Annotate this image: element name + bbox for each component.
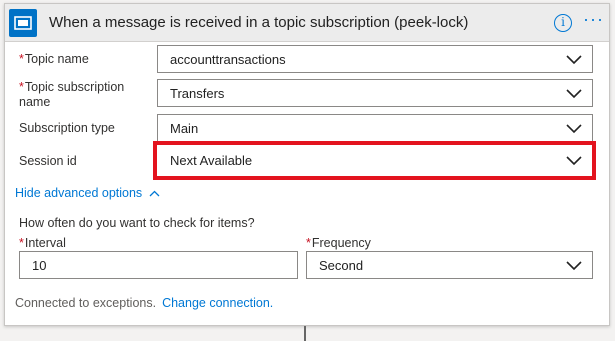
chevron-down-icon	[566, 55, 582, 65]
subscription-type-select[interactable]: Main	[157, 114, 593, 142]
session-id-label: Session id	[19, 154, 77, 168]
topic-subscription-label: *Topic subscription name	[19, 80, 125, 109]
info-icon[interactable]: i	[554, 14, 572, 32]
topic-name-select[interactable]: accounttransactions	[157, 45, 593, 73]
subscription-type-label: Subscription type	[19, 121, 115, 135]
more-options-icon[interactable]: ···	[583, 9, 604, 30]
flow-connector	[304, 326, 306, 341]
required-marker: *	[19, 52, 24, 66]
card-header[interactable]: When a message is received in a topic su…	[5, 4, 609, 42]
required-marker: *	[306, 236, 311, 250]
frequency-value: Second	[319, 258, 364, 273]
subscription-type-value: Main	[170, 121, 199, 136]
required-marker: *	[19, 80, 24, 94]
chevron-down-icon	[566, 124, 582, 134]
interval-value: 10	[32, 258, 47, 273]
highlight-box	[153, 141, 596, 180]
chevron-down-icon	[566, 261, 582, 271]
required-marker: *	[19, 236, 24, 250]
interval-input[interactable]: 10	[19, 251, 298, 279]
frequency-label: *Frequency	[306, 236, 371, 250]
card-title: When a message is received in a topic su…	[49, 14, 469, 31]
chevron-down-icon	[566, 89, 582, 99]
topic-name-value: accounttransactions	[170, 52, 286, 67]
hide-advanced-options-link[interactable]: Hide advanced options	[15, 186, 160, 200]
interval-label: *Interval	[19, 236, 66, 250]
chevron-up-icon	[149, 190, 160, 197]
topic-subscription-select[interactable]: Transfers	[157, 79, 593, 107]
recurrence-question: How often do you want to check for items…	[19, 216, 255, 230]
connection-footer: Connected to exceptions. Change connectio…	[15, 296, 273, 310]
change-connection-link[interactable]: Change connection.	[162, 296, 273, 310]
connection-status: Connected to exceptions.	[15, 296, 157, 310]
topic-subscription-value: Transfers	[170, 86, 225, 101]
frequency-select[interactable]: Second	[306, 251, 593, 279]
service-bus-icon	[9, 9, 37, 37]
topic-name-label: *Topic name	[19, 52, 89, 66]
